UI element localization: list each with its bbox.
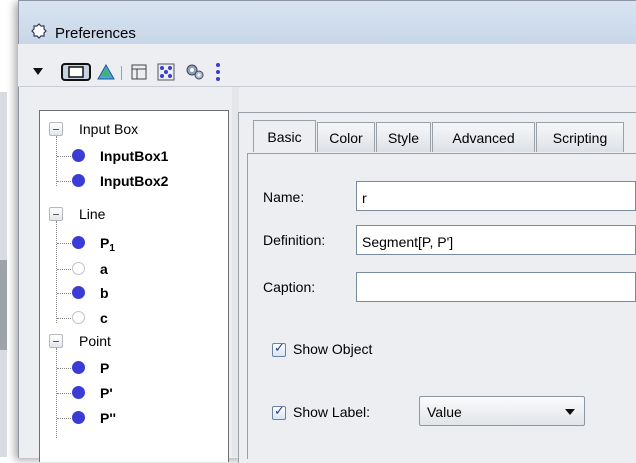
scrollbar-thumb[interactable]	[0, 260, 7, 350]
left-scrollbar[interactable]	[0, 92, 7, 457]
tree-item-inputbox2[interactable]: InputBox2	[40, 171, 228, 193]
name-field[interactable]: r	[356, 181, 636, 211]
point-dot-icon[interactable]	[72, 174, 85, 187]
show-object-label: Show Object	[293, 341, 373, 357]
tree-item-inputbox1[interactable]: InputBox1	[40, 146, 228, 168]
caption-label: Caption:	[263, 279, 316, 295]
hidden-point-icon[interactable]	[72, 262, 85, 275]
tree-group-line[interactable]: Line	[40, 204, 228, 226]
window-title: Preferences	[55, 25, 136, 42]
object-tree: Input Box InputBox1 InputBox2 Line P1 a …	[39, 110, 229, 462]
show-label-checkbox[interactable]	[272, 404, 286, 420]
tree-group-label: Input Box	[79, 121, 139, 137]
point-dot-icon[interactable]	[72, 236, 85, 249]
definition-field[interactable]: Segment[P, P']	[356, 225, 636, 255]
tree-item-c[interactable]: c	[40, 308, 228, 330]
tree-item-b[interactable]: b	[40, 283, 228, 305]
graphics-view-icon[interactable]	[61, 62, 91, 82]
menu-arrow-icon[interactable]	[33, 62, 43, 82]
tree-item-p-double-prime[interactable]: P''	[40, 408, 228, 430]
tab-style[interactable]: Style	[376, 122, 431, 152]
algebra-view-icon[interactable]	[97, 62, 115, 82]
tab-color[interactable]: Color	[317, 122, 375, 152]
collapse-icon[interactable]	[49, 122, 63, 136]
caption-field[interactable]	[356, 272, 636, 302]
name-label: Name:	[263, 189, 305, 205]
chevron-down-icon[interactable]	[565, 409, 575, 415]
tab-basic[interactable]: Basic	[253, 120, 316, 152]
tab-scripting[interactable]: Scripting	[536, 122, 624, 152]
point-dot-icon[interactable]	[72, 149, 85, 162]
hidden-point-icon[interactable]	[72, 311, 85, 324]
show-label-select-value: Value	[427, 404, 462, 420]
point-dot-icon[interactable]	[72, 286, 85, 299]
collapse-icon[interactable]	[49, 334, 63, 348]
tree-item-p1[interactable]: P1	[40, 233, 228, 255]
definition-label: Definition:	[263, 232, 326, 248]
point-dot-icon[interactable]	[72, 386, 85, 399]
point-dot-icon[interactable]	[72, 361, 85, 374]
tree-item-p[interactable]: P	[40, 358, 228, 380]
point-dot-icon[interactable]	[72, 411, 85, 424]
tree-group-input-box[interactable]: Input Box	[40, 119, 228, 141]
preferences-gear-icon	[31, 23, 47, 39]
tree-item-p-prime[interactable]: P'	[40, 383, 228, 405]
settings-gears-icon[interactable]	[185, 62, 205, 82]
collapse-icon[interactable]	[49, 207, 63, 221]
show-label-select[interactable]: Value	[419, 396, 585, 426]
tree-item-a[interactable]: a	[40, 259, 228, 281]
show-object-checkbox[interactable]	[272, 341, 286, 357]
layout-icon[interactable]	[131, 62, 147, 82]
tree-group-point[interactable]: Point	[40, 331, 228, 353]
tab-advanced[interactable]: Advanced	[432, 122, 535, 152]
objects-grid-icon[interactable]	[157, 62, 175, 82]
show-label-label: Show Label:	[293, 404, 371, 420]
more-options-icon[interactable]	[214, 62, 222, 82]
